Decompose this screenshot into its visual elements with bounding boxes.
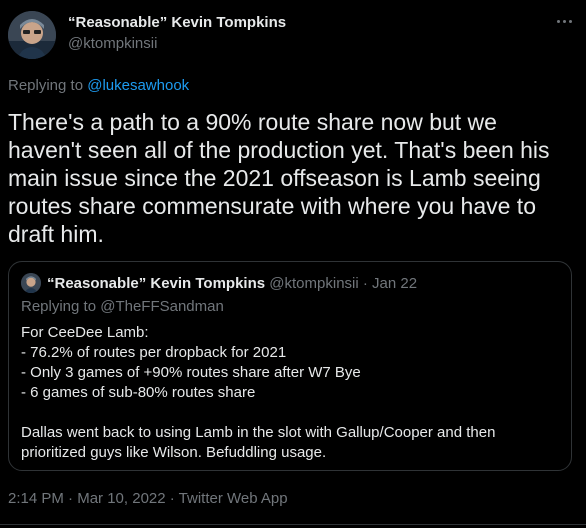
tweet-timestamp: 2:14 PM · Mar 10, 2022 · Twitter Web App: [8, 490, 288, 507]
quoted-text: For CeeDee Lamb: - 76.2% of routes per d…: [21, 323, 551, 463]
quoted-line: For CeeDee Lamb:: [21, 324, 149, 341]
divider: [0, 524, 586, 525]
author-name[interactable]: “Reasonable” Kevin Tompkins: [68, 14, 286, 31]
quoted-line: - 6 games of sub-80% routes share: [21, 384, 256, 401]
timestamp-separator-2: ·: [165, 490, 179, 507]
tweet-date[interactable]: Mar 10, 2022: [77, 490, 165, 507]
quoted-line: [21, 403, 551, 423]
replying-to: Replying to @lukesawhook: [8, 77, 189, 94]
quoted-line: prioritized guys like Wilson. Befuddling…: [21, 444, 327, 461]
timestamp-separator: ·: [63, 490, 78, 507]
quoted-header: “Reasonable” Kevin Tompkins @ktompkinsii…: [47, 275, 417, 292]
more-options-button[interactable]: [553, 10, 575, 32]
replying-to-mention[interactable]: @lukesawhook: [87, 77, 189, 94]
author-avatar[interactable]: [8, 11, 56, 59]
avatar-image: [8, 11, 56, 59]
author-handle[interactable]: @ktompkinsii: [68, 35, 157, 52]
tweet-source[interactable]: Twitter Web App: [179, 490, 288, 507]
quoted-tweet[interactable]: “Reasonable” Kevin Tompkins @ktompkinsii…: [8, 261, 572, 471]
quoted-avatar-image: [21, 273, 41, 293]
quoted-replying-to: Replying to @TheFFSandman: [21, 298, 224, 315]
tweet-time[interactable]: 2:14 PM: [8, 490, 64, 507]
quoted-separator: ·: [358, 275, 373, 292]
quoted-line: - Only 3 games of +90% routes share afte…: [21, 364, 361, 381]
quoted-author-handle: @ktompkinsii: [269, 275, 359, 292]
more-horizontal-icon: [556, 19, 572, 23]
quoted-author-name: “Reasonable” Kevin Tompkins: [47, 275, 266, 292]
quoted-author-avatar: [21, 273, 41, 293]
quoted-line: Dallas went back to using Lamb in the sl…: [21, 424, 496, 441]
quoted-line: - 76.2% of routes per dropback for 2021: [21, 344, 287, 361]
quoted-date: Jan 22: [372, 275, 418, 292]
tweet-text: There's a path to a 90% route share now …: [8, 109, 556, 247]
replying-to-prefix: Replying to: [8, 77, 88, 94]
